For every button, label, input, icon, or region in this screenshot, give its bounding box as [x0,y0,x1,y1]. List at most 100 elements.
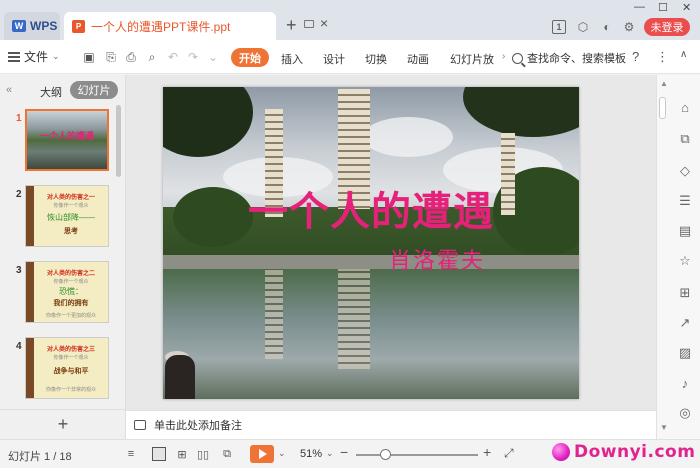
save-icon[interactable]: ▣ [82,50,96,64]
minimize-icon[interactable]: — [634,1,645,13]
person-figure [165,355,195,399]
scroll-down-icon[interactable]: ▼ [660,423,668,432]
new-tab-button[interactable]: + [286,16,297,34]
slide-thumbnail[interactable]: 4 对人类的伤害之三 你像作一个观众 战争与和平 你像作一个非常的观众 [0,337,120,403]
collapse-ribbon-icon[interactable]: ∧ [680,49,687,60]
undo-icon[interactable]: ↶ [166,50,180,64]
tab-slides[interactable]: 幻灯片 [70,81,118,99]
image-icon[interactable]: ▨ [677,345,693,361]
normal-view-icon[interactable] [152,447,166,461]
zoom-slider[interactable] [356,454,478,456]
tab-transition[interactable]: 切换 [365,51,387,67]
pin-icon[interactable]: ⌂ [677,99,693,115]
fit-window-icon[interactable]: ⤢ [504,446,514,461]
scroll-up-icon[interactable]: ▲ [660,79,668,88]
zoom-level[interactable]: 51% [300,448,322,460]
close-tab-icon[interactable]: × [320,15,328,31]
thumbnail-image: 对人类的伤害之三 你像作一个观众 战争与和平 你像作一个非常的观众 [25,337,109,399]
star-icon[interactable]: ☆ [677,253,693,269]
zoom-in-icon[interactable]: + [483,444,491,460]
compass-icon[interactable]: ◎ [677,405,693,421]
tab-animation[interactable]: 动画 [407,51,429,67]
close-window-icon[interactable]: ✕ [682,1,691,14]
chevron-down-icon[interactable]: ⌄ [278,448,286,459]
export-pdf-icon[interactable]: ⎘ [104,50,118,64]
slide-thumbnail[interactable]: 3 对人类的伤害之二 你像作一个观众 恐慌： 我们的拥有 你像作一个更加的观众 [0,261,120,327]
slide-counter: 幻灯片 1 / 18 [8,451,72,463]
zoom-out-icon[interactable]: − [340,444,348,460]
reading-view-icon[interactable]: ▯▯ [196,447,210,461]
cube-icon[interactable]: ⬡ [576,20,590,34]
chevron-down-icon: ⌄ [52,51,60,61]
play-slideshow-button[interactable] [250,445,274,463]
thumbnail-text: 你像作一个更加的观众 [45,313,96,319]
monitor-icon[interactable] [304,20,314,28]
panel-scrollbar[interactable] [116,105,121,177]
document-tab[interactable]: P 一个人的遭遇PPT课件.ppt × [64,12,328,40]
thumbnail-text: 思考 [64,228,78,235]
shapes-icon[interactable]: ◇ [677,163,693,179]
thumbnail-text: 我们的拥有 [53,300,89,307]
login-button[interactable]: 未登录 [644,18,690,36]
ribbon-more-arrow-icon[interactable]: › [502,51,505,62]
slide-number: 2 [16,189,22,200]
slide-editor: 一个人的遭遇 肖洛霍夫 [126,75,656,410]
watermark: Downyi.com [552,442,695,462]
slide-thumbnail[interactable]: 1 一个人的遭遇 [0,109,120,175]
settings-icon[interactable]: ⚙ [622,20,636,34]
thumbnail-text: 对人类的伤害之一 [46,195,95,201]
add-slide-button[interactable]: + [0,409,126,439]
tab-start[interactable]: 开始 [231,48,269,67]
tab-insert[interactable]: 插入 [281,51,303,67]
copy-icon[interactable]: ⧉ [677,131,693,147]
print-icon[interactable]: ⎙ [124,50,138,64]
editor-scrollbar[interactable] [659,97,666,119]
slide-sorter-icon[interactable]: ⊞ [175,447,189,461]
print-preview-icon[interactable]: ⌕ [145,50,159,64]
slide-subtitle[interactable]: 肖洛霍夫 [389,243,485,275]
wps-logo-icon: W [12,20,26,32]
collapse-panel-icon[interactable]: « [6,84,12,96]
zoom-slider-thumb[interactable] [380,449,391,460]
play-icon [259,449,267,459]
chevron-down-icon[interactable]: ⌄ [206,50,220,64]
tab-outline[interactable]: 大纲 [40,84,62,100]
thumbnail-text: 你像作一个观众 [53,355,89,361]
watermark-text: Downyi.com [574,442,696,462]
layout-icon[interactable]: ▤ [677,223,693,239]
presenter-view-icon[interactable]: ⧉ [220,447,234,461]
help-icon[interactable]: ? [632,49,639,64]
properties-icon[interactable]: ☰ [677,193,693,209]
maximize-icon[interactable]: ☐ [658,1,668,14]
tab-slideshow[interactable]: 幻灯片放 [450,51,494,67]
file-menu-button[interactable]: 文件 ⌄ [8,48,60,65]
audio-icon[interactable]: ♪ [677,375,693,391]
slide-number: 4 [16,341,22,352]
thumbnail-text: 恢山部降—— [47,213,95,222]
zoom-dropdown-icon[interactable]: ⌄ [326,448,334,459]
notes-toggle-icon[interactable]: ≡ [124,447,138,461]
thumbnail-title: 一个人的遭遇 [39,131,94,141]
watermark-logo-icon [552,443,570,461]
ppt-file-icon: P [72,19,85,33]
thumbnail-text: 你像作一个观众 [53,279,89,285]
share-icon[interactable]: ↗ [677,315,693,331]
slide-thumbnail[interactable]: 2 对人类的伤害之一 你像作一个观众 恢山部降—— 思考 [0,185,120,251]
wps-home-tab[interactable]: W WPS [4,12,60,40]
slide-canvas[interactable]: 一个人的遭遇 肖洛霍夫 [163,87,579,399]
notes-bar[interactable]: 单击此处添加备注 [126,410,656,439]
window-count-badge[interactable]: 1 [552,20,566,34]
redo-icon[interactable]: ↷ [186,50,200,64]
skin-icon[interactable]: ◐ [600,20,614,34]
ribbon-toolbar: 文件 ⌄ ▣ ⎘ ⎙ ⌕ ↶ ↷ ⌄ 开始 插入 设计 切换 动画 幻灯片放 ›… [0,40,700,74]
right-sidebar: ▲ ▼ ⌂ ⧉ ◇ ☰ ▤ ☆ ⊞ ↗ ▨ ♪ ◎ [656,75,700,439]
panel-tabs: « 大纲 幻灯片 [0,81,126,101]
tab-design[interactable]: 设计 [323,51,345,67]
command-search[interactable]: 查找命令、搜索模板 [512,50,626,66]
transition-icon[interactable]: ⊞ [677,285,693,301]
slide-number: 1 [16,113,22,124]
slide-title[interactable]: 一个人的遭遇 [163,179,579,237]
thumbnail-image: 对人类的伤害之二 你像作一个观众 恐慌： 我们的拥有 你像作一个更加的观众 [25,261,109,323]
more-icon[interactable]: ⋮ [656,49,669,65]
thumbnail-text: 你像作一个观众 [53,203,89,209]
